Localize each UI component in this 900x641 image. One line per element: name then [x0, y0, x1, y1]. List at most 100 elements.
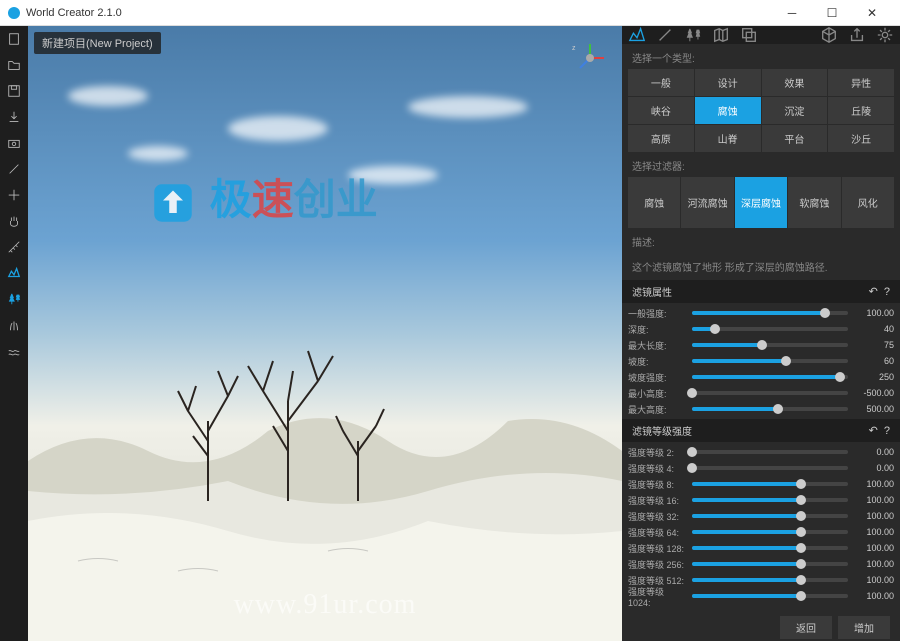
- property-slider[interactable]: [692, 594, 848, 598]
- property-label: 强度等级 256:: [628, 558, 688, 571]
- camera-icon[interactable]: [5, 134, 23, 152]
- property-value: 100.00: [852, 575, 894, 585]
- type-button[interactable]: 设计: [695, 69, 761, 96]
- terrain-tab-icon[interactable]: [628, 26, 646, 44]
- filter-grid: 腐蚀河流腐蚀深层腐蚀软腐蚀风化: [622, 177, 900, 228]
- property-value: 40: [852, 324, 894, 334]
- trees-icon[interactable]: [5, 290, 23, 308]
- type-button[interactable]: 腐蚀: [695, 97, 761, 124]
- property-slider[interactable]: [692, 343, 848, 347]
- window-titlebar: World Creator 2.1.0 ─ ☐ ✕: [0, 0, 900, 26]
- type-button[interactable]: 沉淀: [762, 97, 828, 124]
- terrain-icon[interactable]: [5, 264, 23, 282]
- type-button[interactable]: 山脊: [695, 125, 761, 152]
- property-label: 强度等级 8:: [628, 478, 688, 491]
- property-row: 强度等级 16:100.00: [628, 492, 894, 508]
- property-slider[interactable]: [692, 311, 848, 315]
- property-slider[interactable]: [692, 514, 848, 518]
- grass-icon[interactable]: [5, 316, 23, 334]
- property-label: 强度等级 16:: [628, 494, 688, 507]
- reset-icon[interactable]: ↶: [869, 285, 878, 298]
- property-value: 100.00: [852, 559, 894, 569]
- move-icon[interactable]: [5, 186, 23, 204]
- property-slider[interactable]: [692, 546, 848, 550]
- property-slider[interactable]: [692, 391, 848, 395]
- property-value: 75: [852, 340, 894, 350]
- property-slider[interactable]: [692, 578, 848, 582]
- type-button[interactable]: 异性: [828, 69, 894, 96]
- description-text: 这个滤镜腐蚀了地形 形成了深层的腐蚀路径.: [622, 253, 900, 280]
- type-button[interactable]: 沙丘: [828, 125, 894, 152]
- type-button[interactable]: 效果: [762, 69, 828, 96]
- properties-panel: 选择一个类型: 一般设计效果异性峡谷腐蚀沉淀丘陵高原山脊平台沙丘 选择过滤器: …: [622, 26, 900, 641]
- description-label: 描述:: [622, 228, 900, 253]
- help-icon[interactable]: ?: [884, 425, 890, 437]
- filter-props-header: 滤镜属性 ↶ ?: [622, 280, 900, 303]
- property-slider[interactable]: [692, 466, 848, 470]
- property-label: 最大长度:: [628, 339, 688, 352]
- property-value: 100.00: [852, 308, 894, 318]
- filter-button[interactable]: 腐蚀: [628, 177, 680, 228]
- type-button[interactable]: 平台: [762, 125, 828, 152]
- back-button[interactable]: 返回: [780, 616, 832, 639]
- share-icon[interactable]: [848, 26, 866, 44]
- property-row: 强度等级 128:100.00: [628, 540, 894, 556]
- property-row: 强度等级 4:0.00: [628, 460, 894, 476]
- select-type-label: 选择一个类型:: [622, 44, 900, 69]
- cube-icon[interactable]: [820, 26, 838, 44]
- property-label: 深度:: [628, 323, 688, 336]
- water-icon[interactable]: [5, 342, 23, 360]
- property-label: 强度等级 64:: [628, 526, 688, 539]
- property-slider[interactable]: [692, 359, 848, 363]
- property-slider[interactable]: [692, 327, 848, 331]
- minimize-button[interactable]: ─: [772, 0, 812, 26]
- layers-tab-icon[interactable]: [740, 26, 758, 44]
- property-slider[interactable]: [692, 407, 848, 411]
- property-slider[interactable]: [692, 450, 848, 454]
- filter-button[interactable]: 河流腐蚀: [681, 177, 733, 228]
- levels-header: 滤镜等级强度 ↶ ?: [622, 419, 900, 442]
- help-icon[interactable]: ?: [884, 286, 890, 298]
- property-value: 100.00: [852, 591, 894, 601]
- property-slider[interactable]: [692, 375, 848, 379]
- bottom-buttons: 返回 增加: [622, 606, 900, 641]
- filter-button[interactable]: 软腐蚀: [788, 177, 840, 228]
- viewport-3d[interactable]: 新建项目(New Project) z 极速创业: [28, 26, 622, 641]
- maximize-button[interactable]: ☐: [812, 0, 852, 26]
- type-button[interactable]: 一般: [628, 69, 694, 96]
- measure-icon[interactable]: [5, 238, 23, 256]
- save-icon[interactable]: [5, 82, 23, 100]
- filter-button[interactable]: 深层腐蚀: [735, 177, 787, 228]
- paint-tab-icon[interactable]: [656, 26, 674, 44]
- type-button[interactable]: 高原: [628, 125, 694, 152]
- app-logo-icon: [8, 7, 20, 19]
- filter-props-rows: 一般强度:100.00深度:40最大长度:75坡度:60坡度强度:250最小高度…: [622, 303, 900, 419]
- gear-icon[interactable]: [876, 26, 894, 44]
- property-slider[interactable]: [692, 482, 848, 486]
- reset-icon[interactable]: ↶: [869, 424, 878, 437]
- bare-trees: [128, 301, 428, 501]
- add-button[interactable]: 增加: [838, 616, 890, 639]
- map-tab-icon[interactable]: [712, 26, 730, 44]
- filter-button[interactable]: 风化: [842, 177, 894, 228]
- select-filter-label: 选择过滤器:: [622, 152, 900, 177]
- project-name-bar[interactable]: 新建项目(New Project): [34, 32, 161, 54]
- type-button[interactable]: 丘陵: [828, 97, 894, 124]
- type-button[interactable]: 峡谷: [628, 97, 694, 124]
- open-icon[interactable]: [5, 56, 23, 74]
- export-icon[interactable]: [5, 108, 23, 126]
- property-label: 最大高度:: [628, 403, 688, 416]
- property-value: 0.00: [852, 463, 894, 473]
- property-slider[interactable]: [692, 562, 848, 566]
- new-file-icon[interactable]: [5, 30, 23, 48]
- property-slider[interactable]: [692, 530, 848, 534]
- orientation-gizmo[interactable]: z: [570, 38, 610, 78]
- property-label: 坡度强度:: [628, 371, 688, 384]
- brush-icon[interactable]: [5, 160, 23, 178]
- property-label: 强度等级 2:: [628, 446, 688, 459]
- hand-icon[interactable]: [5, 212, 23, 230]
- close-button[interactable]: ✕: [852, 0, 892, 26]
- property-slider[interactable]: [692, 498, 848, 502]
- vegetation-tab-icon[interactable]: [684, 26, 702, 44]
- property-label: 一般强度:: [628, 307, 688, 320]
